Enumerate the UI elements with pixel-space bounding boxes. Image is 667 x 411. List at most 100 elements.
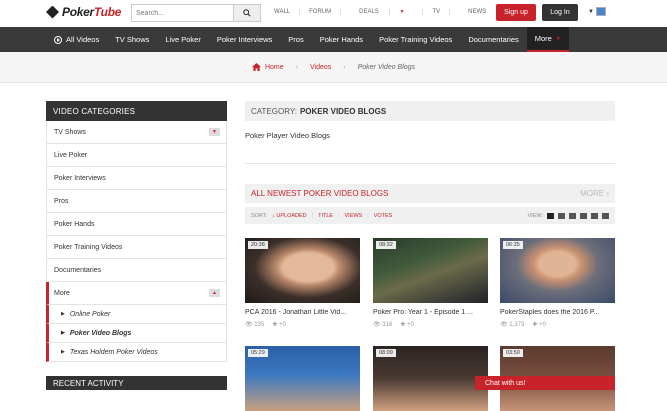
top-link-wall[interactable]: WALL bbox=[265, 9, 299, 15]
votes-count: ✚ +0 bbox=[272, 322, 286, 328]
chevron-down-icon: ▼ bbox=[555, 35, 561, 42]
detail-view-icon[interactable] bbox=[602, 212, 609, 219]
votes-count: ✚ +0 bbox=[532, 322, 546, 328]
main-nav: All Videos TV Shows Live Poker Poker Int… bbox=[0, 27, 667, 52]
video-title[interactable]: PCA 2016 - Jonathan Little Vid... bbox=[245, 309, 360, 316]
sidebar-item-poker-interviews[interactable]: Poker Interviews bbox=[46, 167, 227, 190]
list-view-icon[interactable] bbox=[569, 212, 576, 219]
play-icon bbox=[54, 35, 62, 44]
video-duration: 03:50 bbox=[503, 349, 523, 357]
breadcrumb-separator: › bbox=[343, 63, 346, 71]
nav-tv-shows[interactable]: TV Shows bbox=[107, 27, 157, 52]
chevron-up-icon[interactable]: ▲ bbox=[209, 289, 220, 297]
video-thumbnail[interactable]: 08:32 bbox=[373, 238, 488, 303]
sidebar-item-pros[interactable]: Pros bbox=[46, 190, 227, 213]
grid-large-view-icon[interactable] bbox=[558, 212, 565, 219]
votes-count: ✚ +0 bbox=[400, 322, 414, 328]
top-link-forum[interactable]: FORUM bbox=[299, 9, 340, 15]
video-thumbnail[interactable]: 06:35 bbox=[500, 238, 615, 303]
video-title[interactable]: PokerStaples does the 2016 P... bbox=[500, 309, 615, 316]
caret-right-icon: ▶ bbox=[61, 330, 65, 336]
video-card[interactable]: 05:29 bbox=[245, 346, 360, 411]
sort-bar: SORT: ↓ UPLOADED | TITLE | VIEWS | VOTES… bbox=[245, 207, 615, 224]
logo[interactable]: PokerTube bbox=[46, 5, 121, 19]
sidebar-item-poker-training-videos[interactable]: Poker Training Videos bbox=[46, 236, 227, 259]
newest-header: ALL NEWEST POKER VIDEO BLOGS MORE › bbox=[245, 184, 615, 203]
sort-votes[interactable]: VOTES bbox=[374, 213, 393, 219]
grid-view-icon[interactable] bbox=[547, 212, 554, 219]
video-duration: 20:38 bbox=[248, 241, 268, 249]
main-content: CATEGORY: POKER VIDEO BLOGS Poker Player … bbox=[245, 101, 615, 224]
search-box bbox=[131, 4, 261, 22]
chevron-down-icon[interactable]: ▼ bbox=[209, 128, 220, 136]
sidebar-subitem-poker-video-blogs[interactable]: ▶ Poker Video Blogs bbox=[46, 324, 227, 343]
login-button[interactable]: Log In bbox=[542, 4, 578, 21]
video-duration: 08:32 bbox=[376, 241, 396, 249]
video-card[interactable]: 06:35 PokerStaples does the 2016 P... 👁 … bbox=[500, 238, 615, 328]
sidebar: VIDEO CATEGORIES TV Shows ▼ Live Poker Po… bbox=[46, 101, 227, 362]
nav-poker-interviews[interactable]: Poker Interviews bbox=[209, 27, 280, 52]
sidebar-title: VIDEO CATEGORIES bbox=[46, 101, 227, 121]
sidebar-item-poker-hands[interactable]: Poker Hands bbox=[46, 213, 227, 236]
sort-uploaded[interactable]: ↓ UPLOADED bbox=[272, 213, 307, 219]
search-icon bbox=[243, 9, 251, 17]
top-link-tv[interactable]: TV bbox=[422, 9, 449, 15]
top-link-deals[interactable]: DEALS ▼ bbox=[340, 9, 422, 15]
views-count: 👁 1,373 bbox=[500, 322, 525, 328]
breadcrumb-separator: › bbox=[295, 63, 298, 71]
sidebar-subitem-texas-holdem[interactable]: ▶ Texas Holdem Poker Videos bbox=[46, 343, 227, 362]
video-thumbnail[interactable]: 08:09 bbox=[373, 346, 488, 411]
signup-button[interactable]: Sign up bbox=[496, 4, 536, 21]
sidebar-subitem-online-poker[interactable]: ▶ Online Poker bbox=[46, 305, 227, 324]
video-card[interactable]: 08:32 Poker Pro: Year 1 - Episode 1 ... … bbox=[373, 238, 488, 328]
language-selector[interactable]: ▼ bbox=[588, 7, 606, 16]
category-subtitle: Poker Player Video Blogs bbox=[245, 131, 330, 140]
sort-title[interactable]: TITLE bbox=[318, 213, 333, 219]
category-header: CATEGORY: POKER VIDEO BLOGS bbox=[245, 101, 615, 121]
top-links: WALL FORUM DEALS ▼ TV NEWS ▼ bbox=[265, 9, 530, 15]
nav-documentaries[interactable]: Documentaries bbox=[460, 27, 526, 52]
nav-poker-training-videos[interactable]: Poker Training Videos bbox=[371, 27, 460, 52]
video-card[interactable]: 08:09 bbox=[373, 346, 488, 411]
sort-views[interactable]: VIEWS bbox=[345, 213, 363, 219]
separator: | bbox=[311, 212, 314, 219]
search-input[interactable] bbox=[132, 5, 234, 21]
nav-all-videos[interactable]: All Videos bbox=[46, 27, 107, 52]
newest-title: ALL NEWEST POKER VIDEO BLOGS bbox=[251, 189, 389, 198]
more-link[interactable]: MORE › bbox=[580, 189, 609, 198]
video-stats: 👁 1,373 ✚ +0 bbox=[500, 321, 615, 328]
sidebar-item-tv-shows[interactable]: TV Shows ▼ bbox=[46, 121, 227, 144]
logo-text: PokerTube bbox=[62, 5, 122, 19]
views-count: 👁 316 bbox=[373, 322, 393, 328]
sidebar-item-live-poker[interactable]: Live Poker bbox=[46, 144, 227, 167]
separator: | bbox=[367, 212, 369, 219]
video-card[interactable]: 20:38 PCA 2016 - Jonathan Little Vid... … bbox=[245, 238, 360, 328]
nav-pros[interactable]: Pros bbox=[280, 27, 311, 52]
search-button[interactable] bbox=[233, 5, 260, 21]
spade-logo-icon bbox=[46, 5, 59, 19]
grid-list-view-icon[interactable] bbox=[580, 212, 587, 219]
compact-view-icon[interactable] bbox=[591, 212, 598, 219]
video-thumbnail[interactable]: 20:38 bbox=[245, 238, 360, 303]
breadcrumb-home[interactable]: Home bbox=[251, 63, 284, 71]
breadcrumb-videos[interactable]: Videos bbox=[310, 64, 331, 71]
video-title[interactable]: Poker Pro: Year 1 - Episode 1 ... bbox=[373, 309, 488, 316]
nav-poker-hands[interactable]: Poker Hands bbox=[312, 27, 371, 52]
flag-icon bbox=[595, 7, 606, 16]
caret-right-icon: ▶ bbox=[61, 311, 65, 317]
video-thumbnail[interactable]: 05:29 bbox=[245, 346, 360, 411]
caret-right-icon: ▶ bbox=[61, 349, 65, 355]
video-stats: 👁 135 ✚ +0 bbox=[245, 321, 360, 328]
view-label: VIEW: bbox=[527, 212, 544, 219]
nav-live-poker[interactable]: Live Poker bbox=[157, 27, 208, 52]
top-bar: PokerTube WALL FORUM DEALS ▼ TV NEWS ▼ S… bbox=[0, 0, 667, 27]
video-stats: 👁 316 ✚ +0 bbox=[373, 321, 488, 328]
views-count: 👁 135 bbox=[245, 322, 265, 328]
divider bbox=[245, 163, 615, 164]
nav-more[interactable]: More ▼ bbox=[526, 27, 569, 52]
breadcrumb: Home › Videos › Poker Video Blogs bbox=[0, 52, 667, 83]
sidebar-item-more[interactable]: More ▲ bbox=[46, 282, 227, 305]
chevron-down-icon: ▼ bbox=[588, 8, 594, 15]
video-duration: 06:35 bbox=[503, 241, 523, 249]
sidebar-item-documentaries[interactable]: Documentaries bbox=[46, 259, 227, 282]
